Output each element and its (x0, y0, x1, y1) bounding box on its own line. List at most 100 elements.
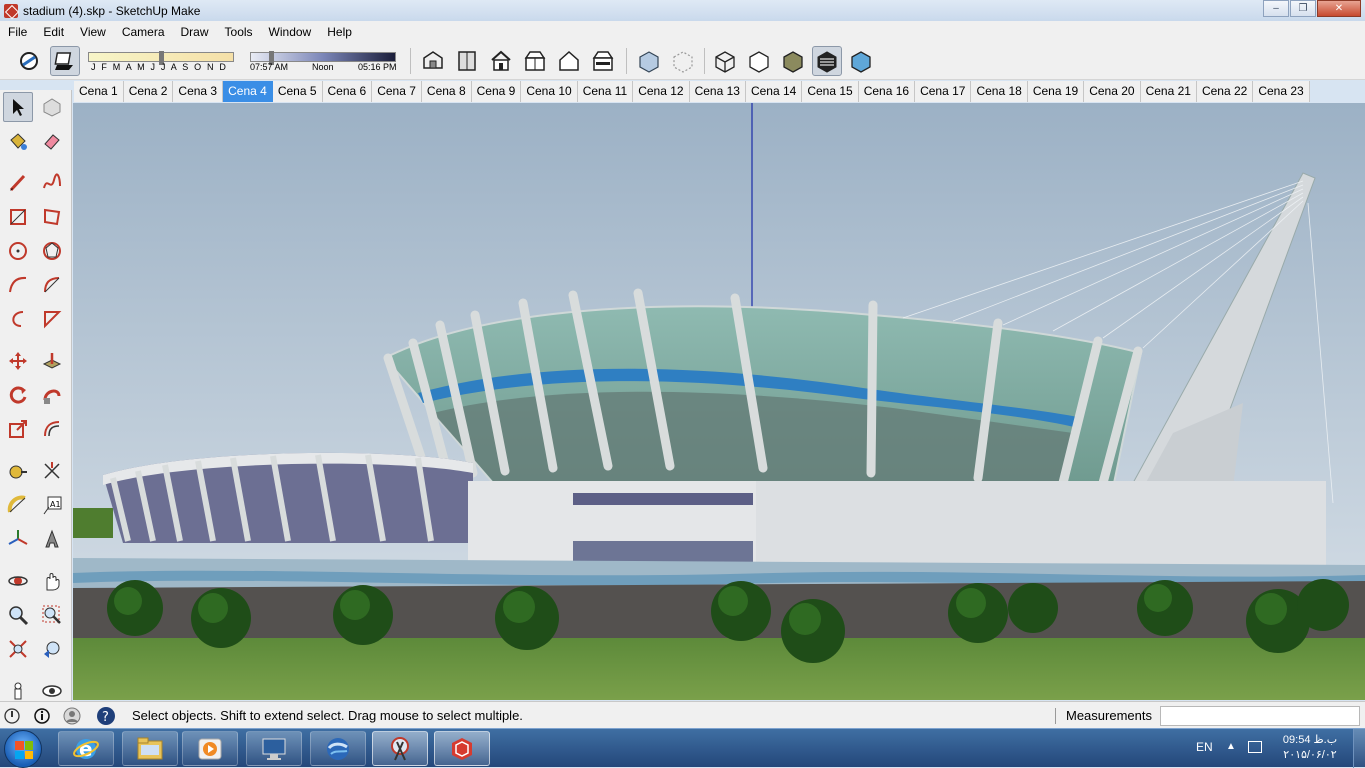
paint-bucket-icon[interactable] (3, 126, 33, 156)
close-button[interactable]: ✕ (1317, 0, 1361, 17)
axes-tool-icon[interactable] (3, 524, 33, 554)
show-desktop-button[interactable] (1353, 729, 1365, 768)
scene-tab-active[interactable]: Cena 4 (223, 81, 273, 102)
protractor-icon[interactable] (3, 490, 33, 520)
zoom-extents-icon[interactable] (3, 634, 33, 664)
scene-tab[interactable]: Cena 22 (1196, 81, 1254, 102)
scene-tab[interactable]: Cena 23 (1253, 81, 1310, 102)
offset-tool-icon[interactable] (37, 414, 67, 444)
rotated-rectangle-icon[interactable] (37, 202, 67, 232)
minimize-button[interactable]: ‒ (1263, 0, 1289, 17)
scene-tab[interactable]: Cena 6 (322, 81, 373, 102)
zoom-tool-icon[interactable] (3, 600, 33, 630)
rotate-tool-icon[interactable] (3, 380, 33, 410)
internet-explorer-icon[interactable]: e (58, 731, 114, 766)
wireframe-style-icon[interactable] (710, 46, 740, 76)
model-viewport[interactable] (73, 103, 1365, 700)
iso-view-icon[interactable] (418, 46, 448, 76)
dimension-tool-icon[interactable] (37, 456, 67, 486)
shaded-textures-style-icon[interactable] (812, 46, 842, 76)
shadow-settings-icon[interactable] (14, 46, 44, 76)
orbit-tool-icon[interactable] (3, 566, 33, 596)
google-earth-icon[interactable] (310, 731, 366, 766)
remote-desktop-icon[interactable] (246, 731, 302, 766)
scene-tab[interactable]: Cena 18 (971, 81, 1028, 102)
3d-text-icon[interactable] (37, 524, 67, 554)
menu-draw[interactable]: Draw (173, 25, 217, 39)
help-icon[interactable]: ? (96, 706, 116, 726)
zoom-window-icon[interactable] (37, 600, 67, 630)
scene-tab[interactable]: Cena 3 (173, 81, 224, 102)
back-view-icon[interactable] (554, 46, 584, 76)
scene-tab[interactable]: Cena 16 (858, 81, 916, 102)
time-slider[interactable] (250, 51, 396, 65)
make-component-icon[interactable] (37, 92, 67, 122)
left-view-icon[interactable] (588, 46, 618, 76)
start-button[interactable] (4, 730, 42, 768)
show-hidden-icons-arrow-icon[interactable]: ▲ (1226, 741, 1236, 752)
file-explorer-icon[interactable] (122, 731, 178, 766)
xray-style-icon[interactable] (634, 46, 664, 76)
menu-edit[interactable]: Edit (35, 25, 72, 39)
top-view-icon[interactable] (452, 46, 482, 76)
shaded-style-icon[interactable] (778, 46, 808, 76)
text-tool-icon[interactable]: A1 (37, 490, 67, 520)
scene-tab[interactable]: Cena 8 (421, 81, 472, 102)
scene-tab[interactable]: Cena 17 (915, 81, 972, 102)
media-player-icon[interactable] (182, 731, 238, 766)
back-edges-style-icon[interactable] (668, 46, 698, 76)
maximize-button[interactable]: ❐ (1290, 0, 1316, 17)
push-pull-icon[interactable] (37, 346, 67, 376)
scene-tab[interactable]: Cena 19 (1027, 81, 1085, 102)
scene-tab[interactable]: Cena 10 (521, 81, 578, 102)
language-indicator[interactable]: EN (1196, 740, 1213, 754)
three-point-arc-icon[interactable] (3, 304, 33, 334)
move-tool-icon[interactable] (3, 346, 33, 376)
scene-tab[interactable]: Cena 5 (272, 81, 323, 102)
previous-view-icon[interactable] (37, 634, 67, 664)
menu-file[interactable]: File (0, 25, 35, 39)
sketchup-app-icon[interactable] (4, 3, 18, 18)
hidden-line-style-icon[interactable] (744, 46, 774, 76)
menu-help[interactable]: Help (319, 25, 360, 39)
line-tool-icon[interactable] (3, 168, 33, 198)
menu-view[interactable]: View (72, 25, 114, 39)
right-view-icon[interactable] (520, 46, 550, 76)
scene-tab[interactable]: Cena 9 (471, 81, 522, 102)
pie-tool-icon[interactable] (37, 304, 67, 334)
select-tool-icon[interactable] (3, 92, 33, 122)
eraser-icon[interactable] (37, 126, 67, 156)
polygon-tool-icon[interactable] (37, 236, 67, 266)
scene-tab[interactable]: Cena 1 (74, 81, 124, 102)
menu-tools[interactable]: Tools (217, 25, 261, 39)
menu-camera[interactable]: Camera (114, 25, 173, 39)
menu-window[interactable]: Window (261, 25, 320, 39)
freehand-tool-icon[interactable] (37, 168, 67, 198)
two-point-arc-icon[interactable] (37, 270, 67, 300)
scene-tab[interactable]: Cena 15 (802, 81, 859, 102)
scene-tab[interactable]: Cena 12 (633, 81, 690, 102)
follow-me-icon[interactable] (37, 380, 67, 410)
scene-tab[interactable]: Cena 14 (745, 81, 803, 102)
scene-tab[interactable]: Cena 20 (1084, 81, 1141, 102)
user-account-icon[interactable] (62, 706, 82, 726)
system-clock[interactable]: 09:54 ب.ظ ۲۰۱۵/۰۶/۰۲ (1275, 733, 1345, 763)
sketchup-taskbar-icon[interactable] (434, 731, 490, 766)
snipping-tool-icon[interactable] (372, 731, 428, 766)
tape-measure-icon[interactable] (3, 456, 33, 486)
arc-tool-icon[interactable] (3, 270, 33, 300)
scene-tab[interactable]: Cena 7 (372, 81, 422, 102)
pan-tool-icon[interactable] (37, 566, 67, 596)
date-slider[interactable] (88, 51, 234, 65)
measurements-input[interactable] (1160, 706, 1360, 726)
monochrome-style-icon[interactable] (846, 46, 876, 76)
circle-tool-icon[interactable] (3, 236, 33, 266)
scene-tab[interactable]: Cena 2 (123, 81, 174, 102)
scene-tab[interactable]: Cena 13 (689, 81, 746, 102)
action-center-flag-icon[interactable] (1248, 741, 1262, 753)
credits-info-icon[interactable] (32, 706, 52, 726)
front-view-icon[interactable] (486, 46, 516, 76)
scene-tab[interactable]: Cena 21 (1140, 81, 1197, 102)
display-shadows-icon[interactable] (50, 46, 80, 76)
scene-tab[interactable]: Cena 11 (577, 81, 634, 102)
